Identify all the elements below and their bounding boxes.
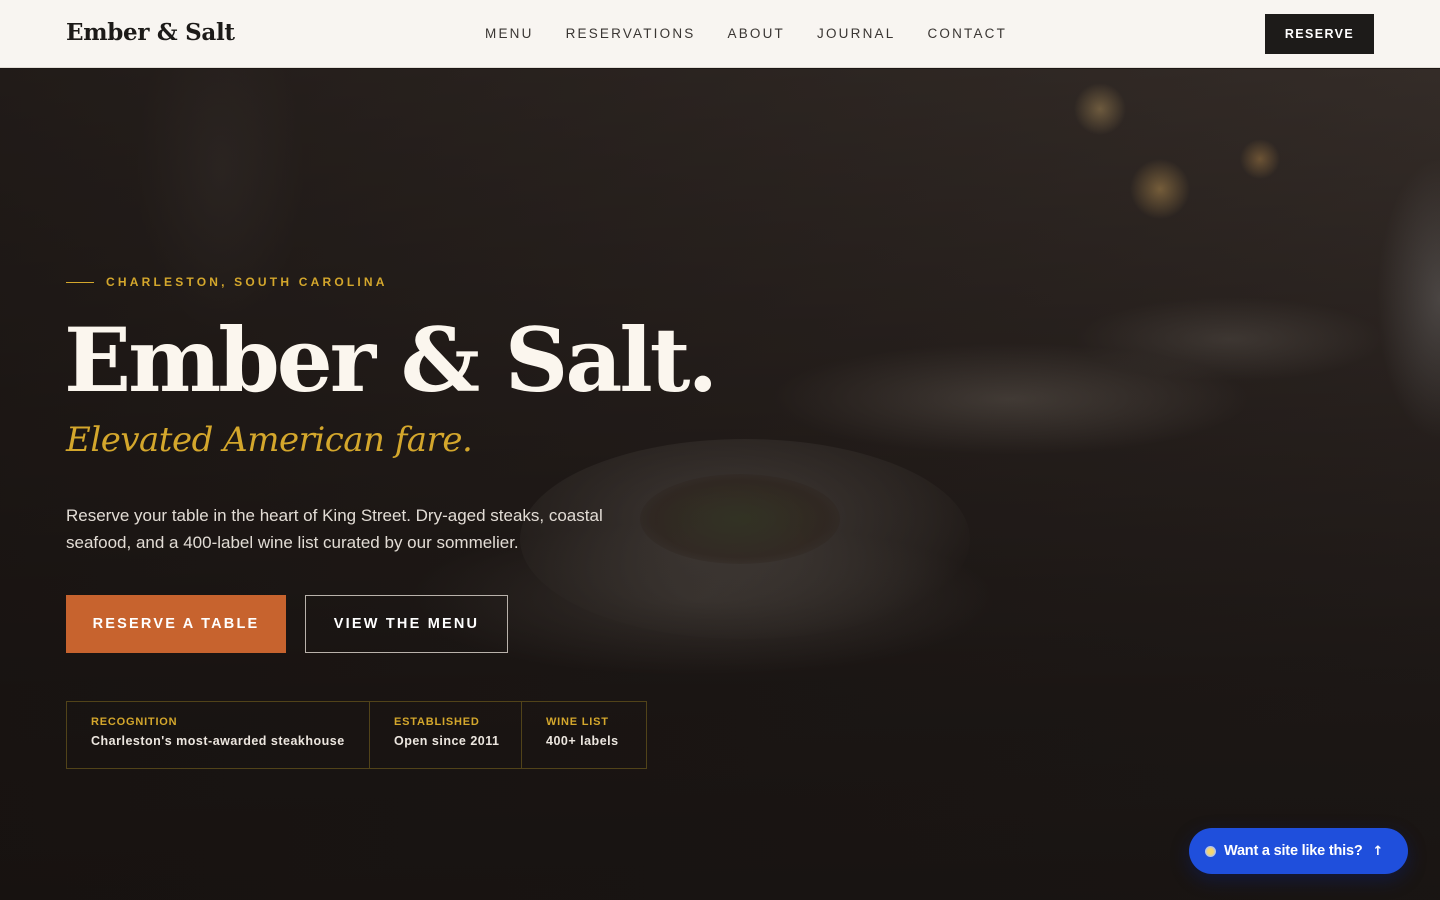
hero-subtitle: Elevated American fare. — [66, 420, 473, 460]
hero-overlay — [0, 69, 1440, 900]
want-site-label: Want a site like this? — [1224, 843, 1363, 859]
reserve-table-button[interactable]: RESERVE A TABLE — [66, 595, 286, 653]
hero-title: Ember & Salt. — [64, 308, 718, 412]
nav-about[interactable]: ABOUT — [728, 26, 786, 41]
stat-value: 400+ labels — [546, 734, 619, 748]
nav-menu[interactable]: MENU — [485, 26, 534, 41]
reserve-button[interactable]: RESERVE — [1265, 14, 1374, 54]
arrow-up-icon: ↑ — [1372, 843, 1384, 859]
hero-description: Reserve your table in the heart of King … — [66, 506, 603, 552]
status-dot-icon — [1205, 845, 1216, 857]
hero-eyebrow: CHARLESTON, SOUTH CAROLINA — [106, 275, 388, 289]
stat-wine-list: WINE LIST 400+ labels — [522, 702, 646, 768]
stat-recognition: RECOGNITION Charleston's most-awarded st… — [67, 702, 370, 768]
nav-reservations[interactable]: RESERVATIONS — [566, 26, 696, 41]
site-header: Ember & Salt MENU RESERVATIONS ABOUT JOU… — [0, 0, 1440, 68]
stat-label: WINE LIST — [546, 716, 609, 728]
want-site-button[interactable]: Want a site like this? ↑ — [1189, 828, 1408, 874]
stat-label: RECOGNITION — [91, 716, 178, 728]
stat-value: Open since 2011 — [394, 734, 500, 748]
main-nav: MENU RESERVATIONS ABOUT JOURNAL CONTACT — [485, 26, 1039, 41]
stat-established: ESTABLISHED Open since 2011 — [370, 702, 522, 768]
nav-contact[interactable]: CONTACT — [927, 26, 1007, 41]
hero-stats: RECOGNITION Charleston's most-awarded st… — [66, 701, 647, 769]
eyebrow-divider — [66, 282, 94, 283]
stat-label: ESTABLISHED — [394, 716, 480, 728]
site-logo[interactable]: Ember & Salt — [66, 19, 235, 46]
stat-value: Charleston's most-awarded steakhouse — [91, 734, 345, 748]
nav-journal[interactable]: JOURNAL — [817, 26, 895, 41]
hero-section — [0, 69, 1440, 900]
view-menu-button[interactable]: VIEW THE MENU — [305, 595, 508, 653]
